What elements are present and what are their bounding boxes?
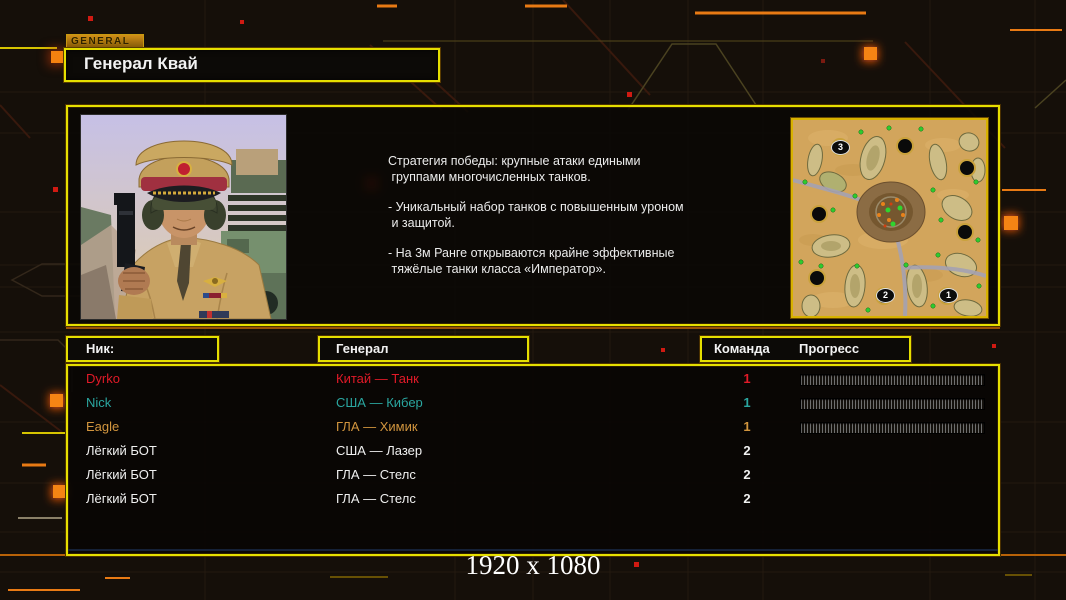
player-general: ГЛА — Химик xyxy=(336,419,418,434)
players-table: Dyrko Китай — Танк 1 Nick США — Кибер 1 … xyxy=(66,364,1000,556)
player-nick: Nick xyxy=(86,395,112,410)
player-team: 1 xyxy=(743,395,751,410)
description-line: группами многочисленных танков. xyxy=(388,170,591,184)
header-nick: Ник: xyxy=(66,336,219,362)
accent-square xyxy=(51,51,63,63)
player-progress-bar xyxy=(800,422,985,434)
resolution-label: 1920 x 1080 xyxy=(465,550,601,580)
player-team: 2 xyxy=(743,467,751,482)
general-tab: GENERAL xyxy=(66,34,144,49)
player-nick: Лёгкий БОТ xyxy=(86,467,157,482)
table-row: Лёгкий БОТ США — Лазер 2 xyxy=(68,439,998,463)
start-position-marker: 2 xyxy=(876,288,895,303)
header-progress-label: Прогресс xyxy=(799,341,860,356)
table-row: Лёгкий БОТ ГЛА — Стелс 2 xyxy=(68,487,998,511)
player-progress-bar xyxy=(800,398,985,410)
general-info-panel: Стратегия победы: крупные атаки едиными … xyxy=(66,105,1000,329)
table-row: Лёгкий БОТ ГЛА — Стелс 2 xyxy=(68,463,998,487)
player-nick: Dyrko xyxy=(86,371,120,386)
player-nick: Eagle xyxy=(86,419,120,434)
general-portrait xyxy=(80,114,287,320)
table-row: Eagle ГЛА — Химик 1 xyxy=(68,415,998,439)
page-title: Генерал Квай xyxy=(84,54,198,73)
player-general: ГЛА — Стелс xyxy=(336,467,416,482)
minimap: 3 2 1 xyxy=(791,118,988,318)
player-team: 1 xyxy=(743,371,751,386)
description-line: - На 3м Ранге открываются крайне эффекти… xyxy=(388,246,675,260)
player-team: 1 xyxy=(743,419,751,434)
player-general: Китай — Танк xyxy=(336,371,419,386)
header-general-label: Генерал xyxy=(336,341,389,356)
strategy-description: Стратегия победы: крупные атаки едиными … xyxy=(388,153,733,277)
player-progress-bar xyxy=(800,374,985,386)
player-general: США — Лазер xyxy=(336,443,423,458)
start-position-marker: 1 xyxy=(939,288,958,303)
player-general: США — Кибер xyxy=(336,395,423,410)
header-team-progress: Команда Прогресс xyxy=(700,336,911,362)
loading-screen: GENERAL Генерал Квай Стратегия победы: к… xyxy=(0,0,1066,600)
description-line: - Уникальный набор танков с повышенным у… xyxy=(388,200,684,214)
player-team: 2 xyxy=(743,443,751,458)
description-line: Стратегия победы: крупные атаки едиными xyxy=(388,154,641,168)
general-portrait-image xyxy=(81,115,286,319)
minimap-terrain xyxy=(793,120,986,316)
description-line: тяжёлые танки класса «Император». xyxy=(388,262,606,276)
players-rows: Dyrko Китай — Танк 1 Nick США — Кибер 1 … xyxy=(68,367,998,511)
description-line: и защитой. xyxy=(388,216,455,230)
player-nick: Лёгкий БОТ xyxy=(86,443,157,458)
page-title-box: Генерал Квай xyxy=(64,48,440,82)
header-nick-label: Ник: xyxy=(86,341,115,356)
table-row: Dyrko Китай — Танк 1 xyxy=(68,367,998,391)
player-general: ГЛА — Стелс xyxy=(336,491,416,506)
header-general: Генерал xyxy=(318,336,529,362)
header-team-label: Команда xyxy=(714,341,770,356)
start-position-marker: 3 xyxy=(831,140,850,155)
player-team: 2 xyxy=(743,491,751,506)
player-nick: Лёгкий БОТ xyxy=(86,491,157,506)
table-row: Nick США — Кибер 1 xyxy=(68,391,998,415)
